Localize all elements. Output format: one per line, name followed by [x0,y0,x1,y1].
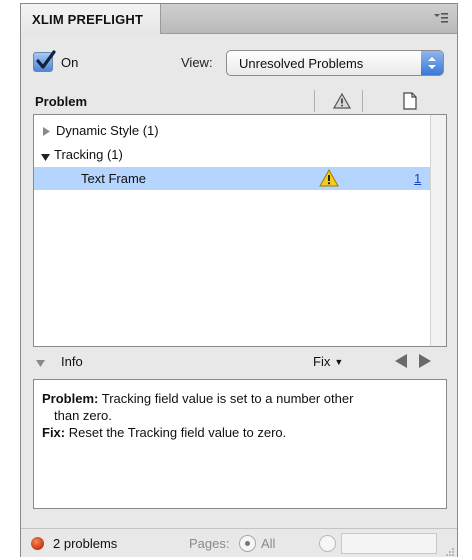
problem-description: Problem: Tracking field value is set to … [42,390,438,407]
dropdown-arrows-icon [421,51,443,75]
previous-problem-icon[interactable] [393,353,409,372]
pages-range-radio[interactable] [319,535,336,552]
fix-text: Reset the Tracking field value to zero. [68,425,287,440]
collapsed-triangle-icon[interactable] [42,125,51,140]
problem-heading: Problem: [42,391,99,406]
column-problem-header: Problem [35,94,88,109]
panel-menu-icon[interactable] [433,12,449,26]
problem-list-header: Problem [33,90,447,114]
panel-title: XLIM PREFLIGHT [32,12,144,27]
problem-text: Tracking field value is set to a number … [101,391,354,406]
list-item-label: Dynamic Style (1) [56,123,159,138]
fix-button-label: Fix [313,354,331,369]
fix-description: Fix: Reset the Tracking field value to z… [42,424,438,441]
list-item-label: Tracking (1) [54,147,123,162]
panel-titlebar: XLIM PREFLIGHT [21,4,457,34]
checkmark-icon [36,50,56,69]
fix-heading: Fix: [42,425,66,440]
list-item-label: Text Frame [81,171,147,186]
view-dropdown-value: Unresolved Problems [239,56,364,71]
pages-all-label: All [261,536,276,551]
info-label: Info [61,354,83,369]
pages-label: Pages: [189,536,230,551]
warning-column-icon[interactable] [332,92,352,112]
fix-menu-button[interactable]: Fix ▼ [313,354,343,369]
view-dropdown[interactable]: Unresolved Problems [226,50,444,76]
column-divider [314,90,315,112]
page-number-link[interactable]: 1 [414,171,421,186]
pages-all-radio[interactable] [239,535,256,552]
view-label: View: [181,55,213,70]
list-item-tracking[interactable]: Tracking (1) [34,143,431,166]
expanded-triangle-icon[interactable] [40,150,51,165]
page-column-icon[interactable] [403,92,417,113]
info-collapse-triangle-icon[interactable] [35,356,46,371]
list-item-dynamic-style[interactable]: Dynamic Style (1) [34,119,431,142]
resize-grip-icon[interactable] [445,545,455,556]
pages-range-input[interactable] [341,533,437,554]
problem-text-continued: than zero. [54,408,112,423]
info-text-box: Problem: Tracking field value is set to … [33,379,447,509]
problem-count: 2 problems [53,536,118,551]
status-bar: 2 problems Pages: All [21,528,457,557]
info-section-header: Info Fix ▼ [33,351,447,373]
list-item-text-frame[interactable]: Text Frame 1 [34,167,431,190]
on-label: On [61,55,79,70]
chevron-down-icon: ▼ [334,357,344,367]
problem-list[interactable]: Dynamic Style (1) Tracking (1) Text Fram… [33,114,447,347]
column-divider [362,90,363,112]
warning-icon [319,168,339,190]
panel-tab[interactable]: XLIM PREFLIGHT [21,4,161,34]
next-problem-icon[interactable] [417,353,433,372]
list-scrollbar[interactable] [430,115,446,346]
error-status-icon [31,537,44,550]
preflight-panel: XLIM PREFLIGHT On View: Unresolved Probl… [20,3,458,557]
on-checkbox[interactable] [33,50,56,72]
